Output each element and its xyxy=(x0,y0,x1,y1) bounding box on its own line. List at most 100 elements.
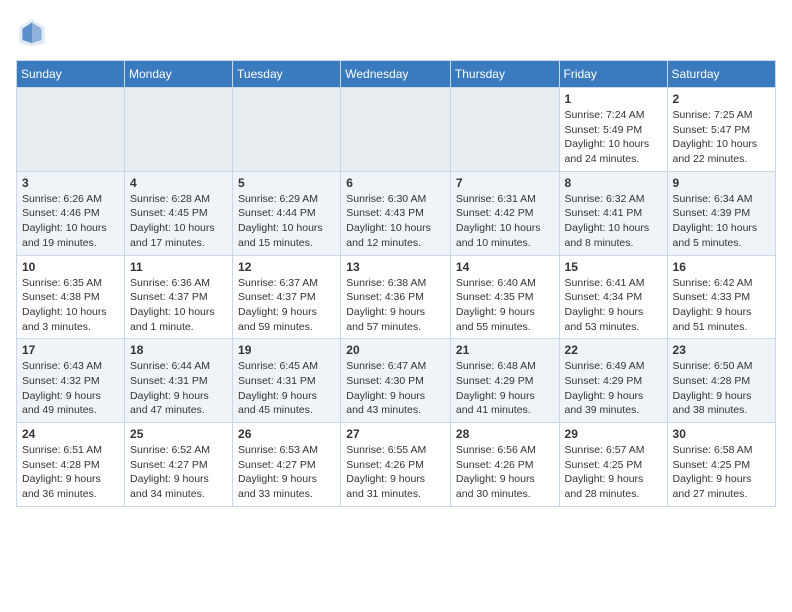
calendar-cell: 18Sunrise: 6:44 AM Sunset: 4:31 PM Dayli… xyxy=(125,339,233,423)
day-number: 6 xyxy=(346,176,445,190)
day-number: 17 xyxy=(22,343,119,357)
calendar-week-row: 24 Sunrise: 6:51 AM Sunset: 4:28 PM Dayli… xyxy=(17,423,776,507)
day-number: 15 xyxy=(565,260,662,274)
calendar-cell xyxy=(125,88,233,172)
calendar-day-header: Wednesday xyxy=(341,61,451,88)
day-info: Sunrise: 6:35 AM Sunset: 4:38 PM Dayligh… xyxy=(22,276,119,335)
calendar-cell: 7 Sunrise: 6:31 AM Sunset: 4:42 PM Daylig… xyxy=(450,171,559,255)
calendar-cell: 4 Sunrise: 6:28 AM Sunset: 4:45 PM Daylig… xyxy=(125,171,233,255)
calendar-day-header: Monday xyxy=(125,61,233,88)
day-info: Sunrise: 6:41 AM Sunset: 4:34 PM Dayligh… xyxy=(565,276,662,335)
day-info: Sunrise: 6:29 AM Sunset: 4:44 PM Dayligh… xyxy=(238,192,335,251)
day-info: Sunrise: 6:30 AM Sunset: 4:43 PM Dayligh… xyxy=(346,192,445,251)
calendar-cell: 6 Sunrise: 6:30 AM Sunset: 4:43 PM Daylig… xyxy=(341,171,451,255)
day-info: Sunrise: 6:52 AM Sunset: 4:27 PM Dayligh… xyxy=(130,443,227,502)
calendar-cell: 29Sunrise: 6:57 AM Sunset: 4:25 PM Dayli… xyxy=(559,423,667,507)
day-info: Sunrise: 6:56 AM Sunset: 4:26 PM Dayligh… xyxy=(456,443,554,502)
day-number: 22 xyxy=(565,343,662,357)
day-info: Sunrise: 6:57 AM Sunset: 4:25 PM Dayligh… xyxy=(565,443,662,502)
day-number: 13 xyxy=(346,260,445,274)
calendar-cell: 13 Sunrise: 6:38 AM Sunset: 4:36 PM Dayli… xyxy=(341,255,451,339)
calendar-cell: 20 Sunrise: 6:47 AM Sunset: 4:30 PM Dayli… xyxy=(341,339,451,423)
calendar-header-row: SundayMondayTuesdayWednesdayThursdayFrid… xyxy=(17,61,776,88)
day-number: 20 xyxy=(346,343,445,357)
calendar-week-row: 10 Sunrise: 6:35 AM Sunset: 4:38 PM Dayli… xyxy=(17,255,776,339)
calendar-cell: 19Sunrise: 6:45 AM Sunset: 4:31 PM Dayli… xyxy=(233,339,341,423)
day-number: 16 xyxy=(673,260,770,274)
calendar-cell: 23 Sunrise: 6:50 AM Sunset: 4:28 PM Dayli… xyxy=(667,339,775,423)
day-info: Sunrise: 6:28 AM Sunset: 4:45 PM Dayligh… xyxy=(130,192,227,251)
page-header xyxy=(16,16,776,48)
day-info: Sunrise: 6:50 AM Sunset: 4:28 PM Dayligh… xyxy=(673,359,770,418)
calendar-cell: 5 Sunrise: 6:29 AM Sunset: 4:44 PM Daylig… xyxy=(233,171,341,255)
day-number: 18 xyxy=(130,343,227,357)
day-number: 8 xyxy=(565,176,662,190)
day-info: Sunrise: 6:42 AM Sunset: 4:33 PM Dayligh… xyxy=(673,276,770,335)
day-number: 7 xyxy=(456,176,554,190)
calendar-week-row: 3 Sunrise: 6:26 AM Sunset: 4:46 PM Daylig… xyxy=(17,171,776,255)
calendar-cell: 27Sunrise: 6:55 AM Sunset: 4:26 PM Dayli… xyxy=(341,423,451,507)
calendar-cell: 30Sunrise: 6:58 AM Sunset: 4:25 PM Dayli… xyxy=(667,423,775,507)
calendar-cell xyxy=(17,88,125,172)
day-info: Sunrise: 6:43 AM Sunset: 4:32 PM Dayligh… xyxy=(22,359,119,418)
day-number: 10 xyxy=(22,260,119,274)
calendar-cell: 8 Sunrise: 6:32 AM Sunset: 4:41 PM Daylig… xyxy=(559,171,667,255)
day-info: Sunrise: 7:24 AM Sunset: 5:49 PM Dayligh… xyxy=(565,108,662,167)
calendar-cell: 25 Sunrise: 6:52 AM Sunset: 4:27 PM Dayli… xyxy=(125,423,233,507)
day-number: 23 xyxy=(673,343,770,357)
day-number: 9 xyxy=(673,176,770,190)
day-number: 5 xyxy=(238,176,335,190)
day-number: 2 xyxy=(673,92,770,106)
calendar-cell xyxy=(450,88,559,172)
day-info: Sunrise: 6:36 AM Sunset: 4:37 PM Dayligh… xyxy=(130,276,227,335)
calendar-cell: 22 Sunrise: 6:49 AM Sunset: 4:29 PM Dayli… xyxy=(559,339,667,423)
day-number: 26 xyxy=(238,427,335,441)
calendar-week-row: 17 Sunrise: 6:43 AM Sunset: 4:32 PM Dayli… xyxy=(17,339,776,423)
day-info: Sunrise: 6:38 AM Sunset: 4:36 PM Dayligh… xyxy=(346,276,445,335)
calendar-cell xyxy=(341,88,451,172)
calendar-cell: 26 Sunrise: 6:53 AM Sunset: 4:27 PM Dayli… xyxy=(233,423,341,507)
calendar-cell: 28 Sunrise: 6:56 AM Sunset: 4:26 PM Dayli… xyxy=(450,423,559,507)
calendar-cell: 11 Sunrise: 6:36 AM Sunset: 4:37 PM Dayli… xyxy=(125,255,233,339)
day-number: 28 xyxy=(456,427,554,441)
calendar-cell: 12Sunrise: 6:37 AM Sunset: 4:37 PM Dayli… xyxy=(233,255,341,339)
day-number: 12 xyxy=(238,260,335,274)
calendar-day-header: Thursday xyxy=(450,61,559,88)
day-info: Sunrise: 6:32 AM Sunset: 4:41 PM Dayligh… xyxy=(565,192,662,251)
calendar-cell: 24 Sunrise: 6:51 AM Sunset: 4:28 PM Dayli… xyxy=(17,423,125,507)
day-number: 14 xyxy=(456,260,554,274)
day-info: Sunrise: 6:48 AM Sunset: 4:29 PM Dayligh… xyxy=(456,359,554,418)
day-number: 19 xyxy=(238,343,335,357)
day-info: Sunrise: 6:58 AM Sunset: 4:25 PM Dayligh… xyxy=(673,443,770,502)
day-info: Sunrise: 7:25 AM Sunset: 5:47 PM Dayligh… xyxy=(673,108,770,167)
calendar-cell: 15 Sunrise: 6:41 AM Sunset: 4:34 PM Dayli… xyxy=(559,255,667,339)
calendar-week-row: 1 Sunrise: 7:24 AM Sunset: 5:49 PM Daylig… xyxy=(17,88,776,172)
calendar-day-header: Sunday xyxy=(17,61,125,88)
calendar-cell: 21Sunrise: 6:48 AM Sunset: 4:29 PM Dayli… xyxy=(450,339,559,423)
calendar-cell: 9Sunrise: 6:34 AM Sunset: 4:39 PM Daylig… xyxy=(667,171,775,255)
calendar-cell: 10 Sunrise: 6:35 AM Sunset: 4:38 PM Dayli… xyxy=(17,255,125,339)
calendar-cell: 17 Sunrise: 6:43 AM Sunset: 4:32 PM Dayli… xyxy=(17,339,125,423)
calendar-day-header: Tuesday xyxy=(233,61,341,88)
calendar-cell: 16 Sunrise: 6:42 AM Sunset: 4:33 PM Dayli… xyxy=(667,255,775,339)
day-number: 4 xyxy=(130,176,227,190)
day-info: Sunrise: 6:51 AM Sunset: 4:28 PM Dayligh… xyxy=(22,443,119,502)
calendar-day-header: Saturday xyxy=(667,61,775,88)
day-number: 25 xyxy=(130,427,227,441)
day-number: 1 xyxy=(565,92,662,106)
day-number: 3 xyxy=(22,176,119,190)
calendar-day-header: Friday xyxy=(559,61,667,88)
day-info: Sunrise: 6:53 AM Sunset: 4:27 PM Dayligh… xyxy=(238,443,335,502)
day-info: Sunrise: 6:40 AM Sunset: 4:35 PM Dayligh… xyxy=(456,276,554,335)
day-info: Sunrise: 6:49 AM Sunset: 4:29 PM Dayligh… xyxy=(565,359,662,418)
calendar-cell xyxy=(233,88,341,172)
calendar-cell: 1 Sunrise: 7:24 AM Sunset: 5:49 PM Daylig… xyxy=(559,88,667,172)
calendar-cell: 2 Sunrise: 7:25 AM Sunset: 5:47 PM Daylig… xyxy=(667,88,775,172)
day-info: Sunrise: 6:31 AM Sunset: 4:42 PM Dayligh… xyxy=(456,192,554,251)
logo xyxy=(16,16,52,48)
day-info: Sunrise: 6:47 AM Sunset: 4:30 PM Dayligh… xyxy=(346,359,445,418)
calendar-cell: 3 Sunrise: 6:26 AM Sunset: 4:46 PM Daylig… xyxy=(17,171,125,255)
day-number: 24 xyxy=(22,427,119,441)
day-number: 11 xyxy=(130,260,227,274)
day-info: Sunrise: 6:26 AM Sunset: 4:46 PM Dayligh… xyxy=(22,192,119,251)
